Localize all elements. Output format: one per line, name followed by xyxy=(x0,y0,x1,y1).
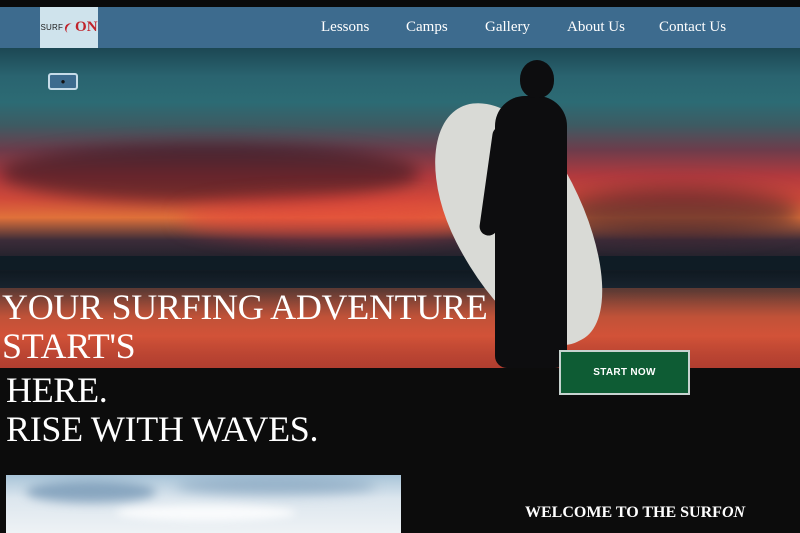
start-now-button[interactable]: START NOW xyxy=(559,350,690,395)
hero-headline-line2: START'S xyxy=(2,326,136,366)
hero-cloud xyxy=(180,198,480,238)
welcome-prefix: WELCOME TO THE SURF xyxy=(525,504,722,521)
surfer-body-silhouette xyxy=(495,96,567,368)
theme-toggle-button[interactable]: ● xyxy=(48,73,78,90)
hero-sea xyxy=(0,256,800,270)
hero-headline-line3: HERE. xyxy=(6,370,108,410)
logo-text-surf: SURF xyxy=(40,23,64,32)
hero-headline-line1: YOUR SURFING ADVENTURE xyxy=(2,287,488,327)
top-strip xyxy=(0,0,800,7)
hero-headline-line4: RISE WITH WAVES. xyxy=(6,409,319,449)
nav-link-about-us[interactable]: About Us xyxy=(567,19,625,36)
nav-link-camps[interactable]: Camps xyxy=(406,19,448,36)
navbar: SURF ON Lessons Camps Gallery About Us C… xyxy=(0,7,800,48)
hero-cloud xyxy=(560,188,800,238)
welcome-heading: WELCOME TO THE SURFON xyxy=(525,504,745,522)
logo-text-on: ON xyxy=(75,19,98,35)
surf-photo xyxy=(6,475,401,533)
nav-link-gallery[interactable]: Gallery xyxy=(485,19,530,36)
logo[interactable]: SURF ON xyxy=(40,7,98,48)
welcome-emphasis: ON xyxy=(721,504,746,521)
hero-cloud xyxy=(0,143,420,203)
sun-icon: ● xyxy=(60,77,66,86)
nav-link-lessons[interactable]: Lessons xyxy=(321,19,369,36)
surfer-logo-icon xyxy=(63,21,75,34)
surfer-head-silhouette xyxy=(520,60,554,98)
nav-link-contact-us[interactable]: Contact Us xyxy=(659,19,726,36)
